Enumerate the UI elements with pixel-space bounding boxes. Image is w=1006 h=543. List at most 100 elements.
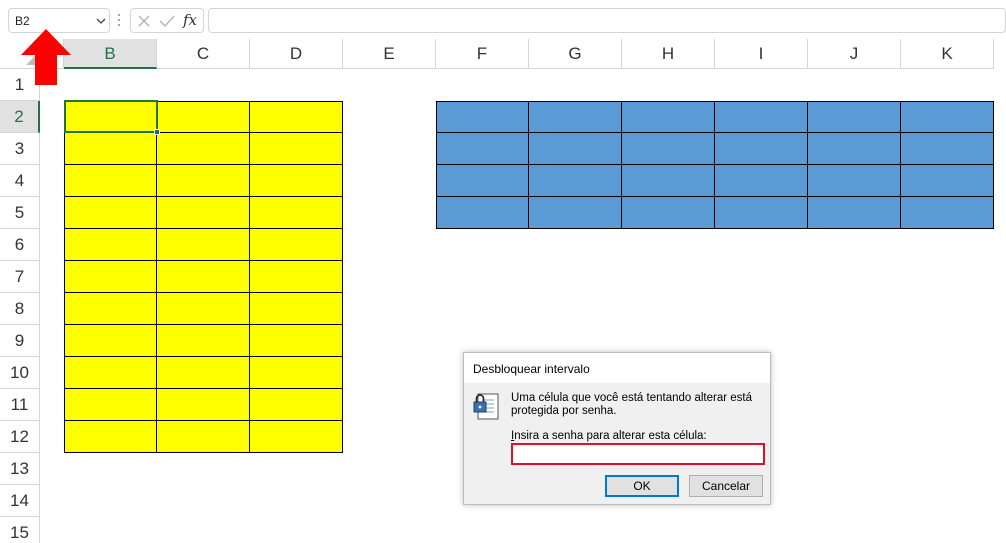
cell-b5[interactable] (64, 197, 157, 229)
cell-h2[interactable] (622, 101, 715, 133)
cell-j5[interactable] (808, 197, 901, 229)
cell-c3[interactable] (157, 133, 250, 165)
cell-f3[interactable] (436, 133, 529, 165)
cell-k3[interactable] (901, 133, 994, 165)
cell-c2[interactable] (157, 101, 250, 133)
row-header-8[interactable]: 8 (0, 293, 40, 325)
password-input[interactable] (511, 443, 765, 465)
ok-button[interactable]: OK (605, 475, 679, 497)
cell-d12[interactable] (250, 421, 343, 453)
formula-input[interactable] (208, 8, 1006, 33)
column-header-c[interactable]: C (157, 39, 250, 69)
cell-b11[interactable] (64, 389, 157, 421)
row-header-14[interactable]: 14 (0, 485, 40, 517)
row-header-6[interactable]: 6 (0, 229, 40, 261)
cancel-button[interactable]: Cancelar (689, 475, 763, 497)
cell-d10[interactable] (250, 357, 343, 389)
more-options-icon[interactable] (117, 12, 121, 28)
active-cell-b2[interactable] (64, 100, 160, 135)
cell-j4[interactable] (808, 165, 901, 197)
column-header-e[interactable]: E (343, 39, 436, 69)
cell-h5[interactable] (622, 197, 715, 229)
cell-c5[interactable] (157, 197, 250, 229)
locked-sheet-icon (473, 393, 499, 420)
row-header-15[interactable]: 15 (0, 517, 40, 543)
cell-c8[interactable] (157, 293, 250, 325)
cell-c4[interactable] (157, 165, 250, 197)
column-header-k[interactable]: K (901, 39, 994, 69)
cell-j3[interactable] (808, 133, 901, 165)
row-header-7[interactable]: 7 (0, 261, 40, 293)
row-header-13[interactable]: 13 (0, 453, 40, 485)
row-header-5[interactable]: 5 (0, 197, 40, 229)
row-header-10[interactable]: 10 (0, 357, 40, 389)
name-box-value: B2 (15, 14, 30, 28)
column-header-b[interactable]: B (64, 39, 157, 69)
unlock-range-dialog: Desbloquear intervalo Uma célula que voc… (463, 352, 771, 505)
dialog-message: Uma célula que você está tentando altera… (511, 392, 753, 417)
cell-i4[interactable] (715, 165, 808, 197)
cell-c7[interactable] (157, 261, 250, 293)
cell-c6[interactable] (157, 229, 250, 261)
dialog-title: Desbloquear intervalo (473, 362, 590, 376)
cell-h3[interactable] (622, 133, 715, 165)
cell-c9[interactable] (157, 325, 250, 357)
cell-c11[interactable] (157, 389, 250, 421)
formula-buttons: fx (130, 8, 204, 33)
dialog-titlebar[interactable]: Desbloquear intervalo (464, 353, 770, 383)
cell-d11[interactable] (250, 389, 343, 421)
row-header-9[interactable]: 9 (0, 325, 40, 357)
cell-d3[interactable] (250, 133, 343, 165)
cell-i2[interactable] (715, 101, 808, 133)
cell-d4[interactable] (250, 165, 343, 197)
cell-f5[interactable] (436, 197, 529, 229)
cell-k5[interactable] (901, 197, 994, 229)
row-header-12[interactable]: 12 (0, 421, 40, 453)
cell-g4[interactable] (529, 165, 622, 197)
cell-d2[interactable] (250, 101, 343, 133)
cell-b12[interactable] (64, 421, 157, 453)
row-header-11[interactable]: 11 (0, 389, 40, 421)
confirm-entry-icon[interactable] (159, 14, 175, 28)
column-header-d[interactable]: D (250, 39, 343, 69)
cell-g2[interactable] (529, 101, 622, 133)
row-header-3[interactable]: 3 (0, 133, 40, 165)
cell-d5[interactable] (250, 197, 343, 229)
column-header-i[interactable]: I (715, 39, 808, 69)
column-header-g[interactable]: G (529, 39, 622, 69)
cell-i5[interactable] (715, 197, 808, 229)
cell-b6[interactable] (64, 229, 157, 261)
cell-f4[interactable] (436, 165, 529, 197)
cell-g3[interactable] (529, 133, 622, 165)
cell-b8[interactable] (64, 293, 157, 325)
cell-d7[interactable] (250, 261, 343, 293)
cell-f2[interactable] (436, 101, 529, 133)
cell-k2[interactable] (901, 101, 994, 133)
cell-b7[interactable] (64, 261, 157, 293)
cell-d9[interactable] (250, 325, 343, 357)
cell-i3[interactable] (715, 133, 808, 165)
cell-g5[interactable] (529, 197, 622, 229)
cell-c10[interactable] (157, 357, 250, 389)
chevron-down-icon[interactable] (95, 14, 107, 28)
spreadsheet-window: B2 fx BCDEFGHIJK 1 2 3 4 5 6 7 8 9 10 11 12 13 14 15 D… (0, 0, 1006, 543)
cell-b9[interactable] (64, 325, 157, 357)
row-header-4[interactable]: 4 (0, 165, 40, 197)
column-header-f[interactable]: F (436, 39, 529, 69)
cell-c12[interactable] (157, 421, 250, 453)
cell-j2[interactable] (808, 101, 901, 133)
insert-function-button[interactable]: fx (183, 11, 197, 29)
password-prompt-label: Insira a senha para alterar esta célula: (511, 430, 707, 442)
cancel-entry-icon[interactable] (137, 14, 151, 28)
cell-b4[interactable] (64, 165, 157, 197)
cell-b3[interactable] (64, 133, 157, 165)
fill-handle[interactable] (154, 129, 160, 135)
cell-h4[interactable] (622, 165, 715, 197)
cell-d8[interactable] (250, 293, 343, 325)
cell-k4[interactable] (901, 165, 994, 197)
cell-b10[interactable] (64, 357, 157, 389)
column-header-j[interactable]: J (808, 39, 901, 69)
column-header-h[interactable]: H (622, 39, 715, 69)
cell-d6[interactable] (250, 229, 343, 261)
row-header-2[interactable]: 2 (0, 101, 40, 133)
